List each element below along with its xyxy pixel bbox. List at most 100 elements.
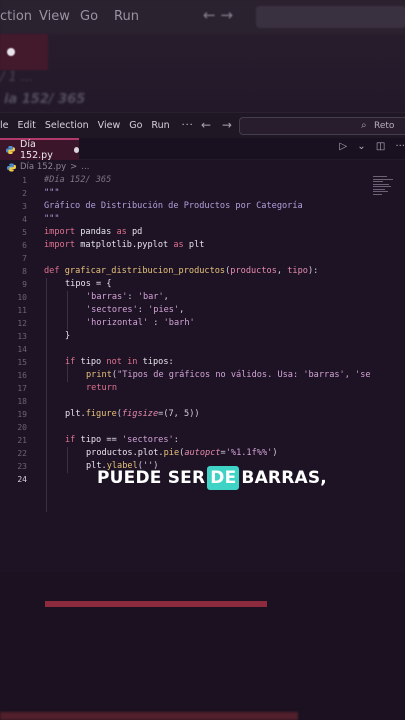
menu-view[interactable]: View xyxy=(98,120,121,131)
punctuation: ): xyxy=(307,266,319,276)
code-text: =(7, 5)) xyxy=(158,409,200,419)
alias: plt xyxy=(183,240,205,250)
command-search-input[interactable]: ⌕ Reto xyxy=(239,117,405,135)
code-text: tipos: xyxy=(137,357,174,367)
string: 'sectores' xyxy=(121,435,174,445)
line-number: 22 xyxy=(17,449,27,458)
alias: pd xyxy=(126,227,143,237)
punctuation: , xyxy=(276,266,288,276)
line-number: 23 xyxy=(17,462,27,471)
nav-arrows: ← → xyxy=(201,118,239,132)
menu-selection[interactable]: Selection xyxy=(45,120,89,131)
line-number: 3 xyxy=(22,202,27,211)
punctuation: , xyxy=(163,292,169,302)
keyword-argument: autopct xyxy=(184,448,221,458)
run-icon[interactable]: ▷ xyxy=(339,141,347,152)
line-number: 18 xyxy=(17,397,27,406)
menu-edit[interactable]: Edit xyxy=(17,120,35,131)
module-name: pandas xyxy=(75,227,117,237)
string: 'sectores' xyxy=(86,305,138,315)
function-name: graficar_distribucion_productos xyxy=(64,266,226,276)
code-text: """ xyxy=(44,214,60,224)
background-code-line: / 1 ... xyxy=(0,70,34,85)
code-text: """ xyxy=(44,188,60,198)
indent-guide xyxy=(67,447,68,473)
search-icon: ⌕ xyxy=(361,120,367,131)
keyword: as xyxy=(173,240,184,250)
keyword: if xyxy=(65,435,76,445)
run-dropdown-icon[interactable]: ⌄ xyxy=(357,141,365,152)
string: "Tipos de gráficos no válidos. Usa: 'bar… xyxy=(117,370,371,380)
code-text: import matplotlib.pyplot as plt xyxy=(44,239,204,252)
code-text: 'sectores': 'pies', xyxy=(86,304,184,317)
code-text: print("Tipos de gráficos no válidos. Usa… xyxy=(86,369,371,382)
breadcrumb-file[interactable]: Día 152.py xyxy=(20,162,66,172)
progress-bar xyxy=(45,601,267,607)
line-number: 15 xyxy=(17,358,27,367)
code-text: tipos = { xyxy=(65,279,112,289)
editor-actions: ▷ ⌄ ◫ ··· xyxy=(332,141,405,152)
line-number: 16 xyxy=(17,371,27,380)
code-text: productos.plot.pie(autopct='%1.1f%%') xyxy=(86,447,278,460)
code-text: Gráfico de Distribución de Productos por… xyxy=(44,201,303,211)
line-number: 14 xyxy=(17,345,27,354)
string: 'barras' xyxy=(86,292,128,302)
punctuation: : xyxy=(173,435,179,445)
menu-more-icon[interactable]: ··· xyxy=(182,120,194,131)
line-number: 12 xyxy=(17,319,27,328)
keyword: def xyxy=(44,266,60,276)
breadcrumb-separator: > xyxy=(70,162,78,172)
tab-dia-152-py[interactable]: Día 152.py xyxy=(0,137,79,161)
breadcrumb-more[interactable]: ... xyxy=(81,162,89,172)
menu-file[interactable]: le xyxy=(0,120,8,131)
breadcrumb: Día 152.py > ... xyxy=(0,160,405,174)
tab-label: Día 152.py xyxy=(20,138,53,161)
line-number: 8 xyxy=(22,267,27,276)
background-blurred-editor: ction View Go Run ← → / 1 ... ia 152/ 36… xyxy=(0,0,405,112)
line-number: 5 xyxy=(22,228,27,237)
indent-guide xyxy=(46,278,47,512)
string: 'barh' xyxy=(163,318,195,328)
code-text: } xyxy=(65,331,71,341)
line-number: 4 xyxy=(22,215,27,224)
caption-highlight: DE xyxy=(207,466,240,490)
code-area[interactable]: 1 #Día 152/ 365 2 """ 3 Gráfico de Distribu… xyxy=(0,174,405,514)
keyword: import xyxy=(44,227,76,237)
parameter: productos xyxy=(230,266,277,276)
background-nav-arrows-icon: ← → xyxy=(203,6,233,24)
punctuation: ) xyxy=(272,448,278,458)
background-menu-item: ction xyxy=(0,9,33,24)
background-menu-item: Go xyxy=(80,9,99,24)
line-number: 6 xyxy=(22,241,27,250)
punctuation: : xyxy=(137,305,149,315)
minimap[interactable] xyxy=(373,176,395,200)
line-number: 2 xyxy=(22,189,27,198)
background-menu-item: View xyxy=(39,9,70,24)
object: plt. xyxy=(65,409,86,419)
split-editor-icon[interactable]: ◫ xyxy=(376,141,385,152)
code-text: 'barras': 'bar', xyxy=(86,291,169,304)
code-text: if tipo == 'sectores': xyxy=(65,434,179,447)
bottom-blurred-bar xyxy=(0,712,298,720)
keyword: return xyxy=(86,383,118,393)
menu-bar: le Edit Selection View Go Run ··· ← → ⌕ … xyxy=(0,112,405,138)
video-caption: PUEDE SER DE BARRAS, xyxy=(97,466,327,490)
menu-go[interactable]: Go xyxy=(129,120,142,131)
more-actions-icon[interactable]: ··· xyxy=(395,141,405,152)
keyword-argument: figsize xyxy=(121,409,159,419)
forward-arrow-icon[interactable]: → xyxy=(222,118,232,132)
code-text: plt.figure(figsize=(7, 5)) xyxy=(65,408,200,421)
unsaved-dot-icon[interactable] xyxy=(73,146,79,153)
string: '%1.1f%%' xyxy=(225,448,273,458)
indent-guide xyxy=(67,291,68,330)
keyword: not in xyxy=(106,357,138,367)
back-arrow-icon[interactable]: ← xyxy=(201,118,211,132)
line-number: 7 xyxy=(22,254,27,263)
line-number: 1 xyxy=(22,176,27,185)
line-number-active: 24 xyxy=(17,475,27,484)
function-name: figure xyxy=(85,409,117,419)
line-number: 17 xyxy=(17,384,27,393)
background-menu-item: Run xyxy=(114,9,139,24)
menu-run[interactable]: Run xyxy=(151,120,169,131)
python-icon xyxy=(6,145,16,154)
